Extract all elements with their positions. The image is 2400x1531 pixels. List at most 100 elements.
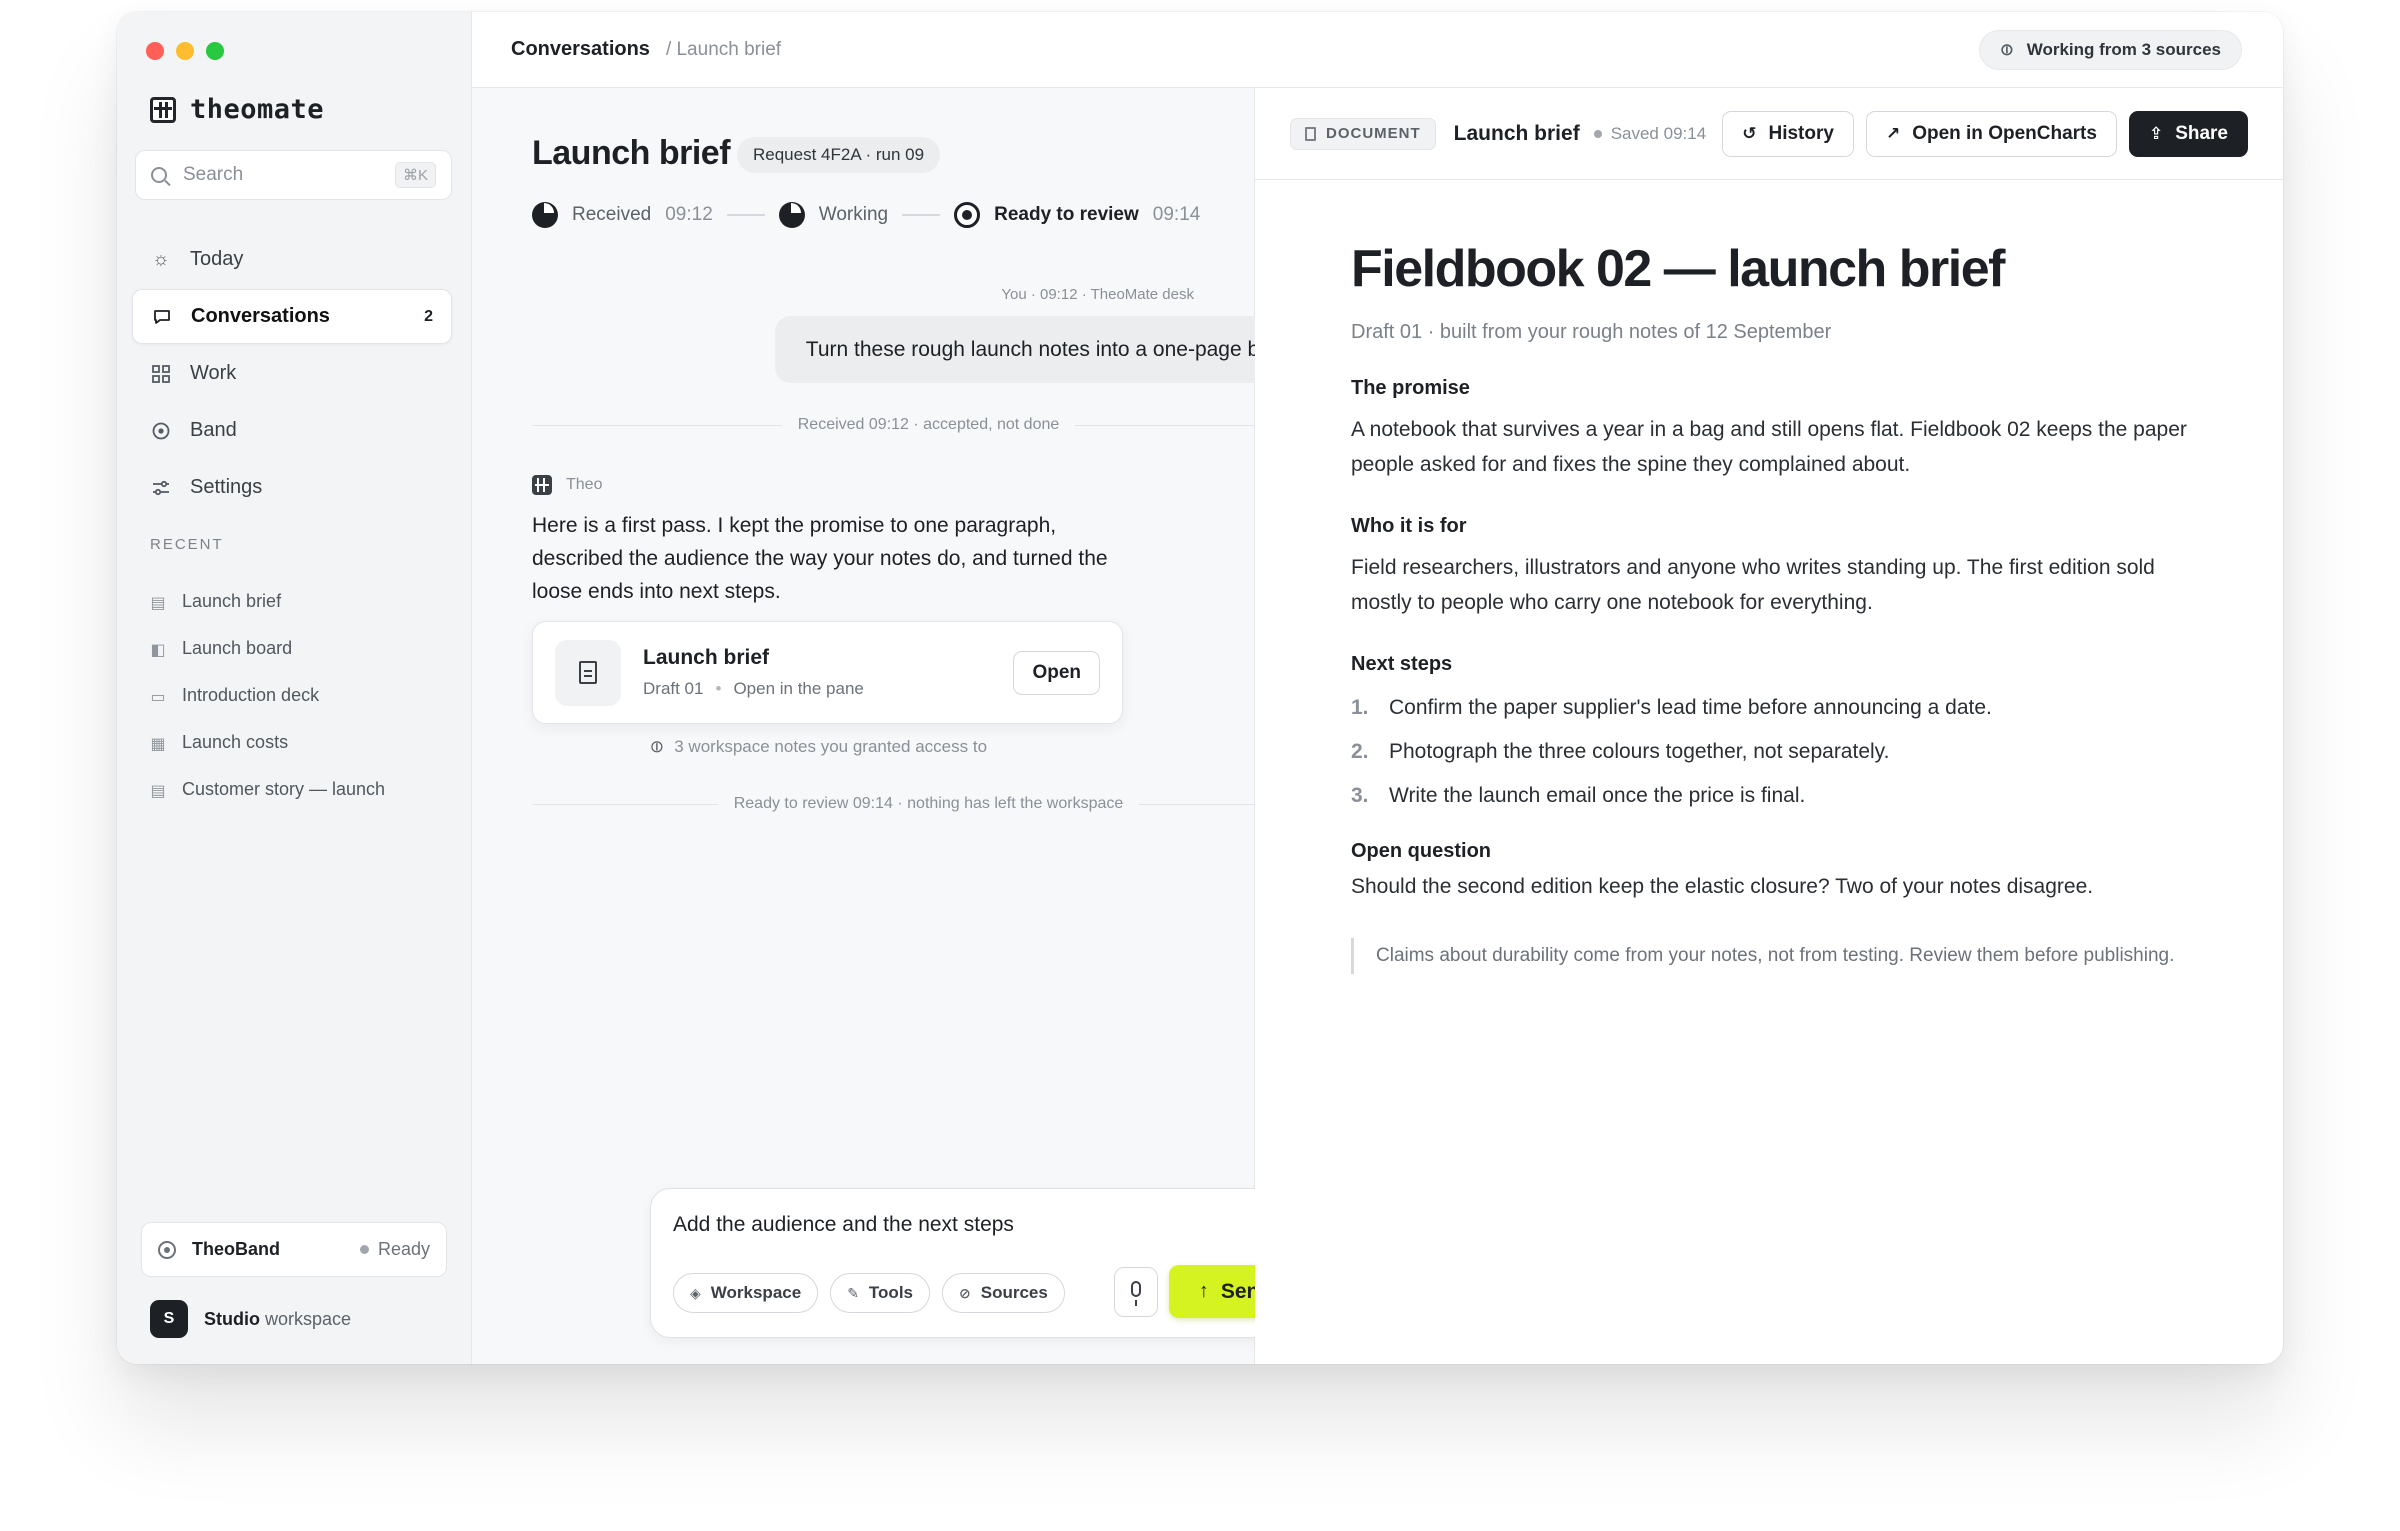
document-icon [1305, 126, 1316, 141]
composer-input[interactable]: Add the audience and the next steps [673, 1213, 1014, 1237]
step-ready: Ready to review 09:14 [954, 202, 1200, 228]
recent-item-label: Introduction deck [182, 685, 320, 705]
step-time: 09:12 [665, 204, 713, 225]
tools-chip[interactable]: ✎ Tools [830, 1273, 930, 1313]
search-icon [151, 167, 167, 183]
open-external-button[interactable]: ↗ Open in OpenCharts [1865, 110, 2117, 157]
ready-divider: Ready to review 09:14 · nothing has left… [532, 795, 1325, 813]
microphone-button[interactable] [1114, 1267, 1158, 1317]
sources-label: Working from 3 sources [2026, 39, 2221, 59]
ready-divider-label: Ready to review 09:14 · nothing has left… [733, 795, 1124, 812]
board-icon: ◧ [150, 641, 166, 659]
share-button[interactable]: ⇪ Share [2128, 110, 2248, 157]
status-dot-icon [1593, 129, 1602, 138]
external-link-icon: ↗ [1885, 123, 1901, 143]
user-message-meta: You · 09:12 · TheoMate desk [1001, 286, 1194, 303]
recent-item-introduction-deck[interactable]: ▭ Introduction deck [150, 672, 385, 719]
arrow-up-icon: ↑ [1198, 1280, 1209, 1302]
window-controls [146, 42, 224, 60]
sidebar-item-conversations[interactable]: Conversations 2 [132, 289, 452, 344]
section-heading-audience: Who it is for [1351, 515, 1467, 537]
separator-dot: • [715, 679, 722, 698]
target-icon [158, 1240, 176, 1259]
grid-icon [150, 363, 172, 385]
presentation-icon: ▭ [150, 688, 166, 706]
document-card-icon-box [555, 639, 621, 706]
step-done-icon [778, 202, 805, 228]
chip-label: Workspace [710, 1283, 802, 1302]
document-icon [579, 661, 597, 684]
sidebar-item-work[interactable]: Work [132, 346, 452, 401]
section-text-audience: Field researchers, illustrators and anyo… [1351, 556, 2155, 614]
list-item: 3. Write the launch email once the price … [1351, 774, 2201, 818]
document-body: Fieldbook 02 — launch brief Draft 01 · b… [1351, 243, 2201, 974]
layers-icon: ◈ [690, 1284, 701, 1301]
step-time: 09:14 [1152, 204, 1201, 225]
review-note: Claims about durability come from your n… [1351, 938, 2201, 974]
history-label: History [1768, 122, 1834, 144]
next-steps-list: 1. Confirm the paper supplier's lead time… [1351, 686, 2201, 818]
recent-item-customer-story[interactable]: ▤ Customer story — launch [150, 766, 385, 813]
close-window-button[interactable] [146, 42, 164, 60]
sources-pill[interactable]: ⊘ Working from 3 sources [1979, 29, 2242, 70]
minimize-window-button[interactable] [176, 42, 194, 60]
brand-name: theomate [190, 94, 325, 125]
breadcrumb-conversations[interactable]: Conversations [511, 38, 650, 61]
received-divider: Received 09:12 · accepted, not done [532, 416, 1325, 434]
assistant-name: Theo [566, 476, 603, 493]
workspace-label: Studio workspace [204, 1309, 351, 1330]
band-status-card[interactable]: TheoBand Ready [141, 1222, 447, 1277]
sources-chip[interactable]: ⊘ Sources [942, 1273, 1065, 1313]
chip-label: Tools [868, 1283, 913, 1302]
section-text-promise: A notebook that survives a year in a bag… [1351, 418, 2187, 476]
workspace-switcher[interactable]: S Studio workspace [150, 1300, 351, 1338]
sidebar-nav: ☼ Today Conversations 2 Work Band Settin… [132, 232, 452, 517]
open-document-button[interactable]: Open [1013, 650, 1100, 695]
band-status: Ready [359, 1239, 430, 1260]
recent-item-launch-board[interactable]: ◧ Launch board [150, 625, 385, 672]
access-note[interactable]: ⊘ 3 workspace notes you granted access t… [645, 735, 987, 759]
theo-logo-icon [532, 475, 552, 495]
search-shortcut: ⌘K [394, 162, 436, 188]
list-item-text: Confirm the paper supplier's lead time b… [1389, 696, 1992, 719]
chip-label: Sources [980, 1283, 1048, 1302]
workspace-suffix: workspace [265, 1308, 352, 1329]
brand: theomate [150, 94, 324, 125]
recent-item-launch-brief[interactable]: ▤ Launch brief [150, 578, 385, 625]
wrench-icon: ✎ [847, 1284, 859, 1301]
sidebar-item-today[interactable]: ☼ Today [132, 232, 452, 287]
message-composer[interactable]: Add the audience and the next steps ◈ Wo… [650, 1188, 1325, 1338]
breadcrumb-current: / Launch brief [665, 38, 782, 60]
sidebar-item-band[interactable]: Band [132, 403, 452, 458]
history-button[interactable]: ↺ History [1722, 110, 1854, 157]
section-text-question: Should the second edition keep the elast… [1351, 875, 2094, 898]
conversation-title: Launch brief [532, 134, 731, 172]
document-icon: ▤ [150, 594, 166, 612]
recent-heading: RECENT [150, 536, 224, 553]
workspace-chip[interactable]: ◈ Workspace [673, 1273, 819, 1313]
search-input[interactable]: Search ⌘K [135, 150, 452, 200]
step-label: Received [572, 204, 652, 225]
document-subtitle: Draft 01 · built from your rough notes o… [1351, 321, 1832, 343]
document-type-label: DOCUMENT [1326, 125, 1421, 142]
list-item-text: Write the launch email once the price is… [1389, 784, 1806, 807]
recent-item-label: Launch board [182, 638, 293, 658]
document-title: Launch brief [1453, 121, 1580, 145]
document-icon: ▤ [150, 782, 166, 800]
step-done-icon [532, 202, 558, 228]
sidebar-item-settings[interactable]: Settings [132, 460, 452, 515]
recent-item-launch-costs[interactable]: ▦ Launch costs [150, 719, 385, 766]
band-status-label: Ready [377, 1239, 430, 1259]
step-connector [726, 214, 765, 216]
assistant-label: Theo [532, 475, 602, 495]
document-toolbar: DOCUMENT Launch brief Saved 09:14 ↺ Hist… [1255, 88, 2283, 180]
zoom-window-button[interactable] [206, 42, 224, 60]
step-connector [902, 214, 941, 216]
run-progress: Received 09:12 Working Ready to review 0… [532, 202, 1325, 228]
document-card-draft: Draft 01 [643, 679, 704, 698]
document-card[interactable]: Launch brief Draft 01 • Open in the pane… [532, 621, 1123, 724]
step-received: Received 09:12 [532, 202, 713, 228]
brand-logo-icon [150, 96, 176, 123]
step-working: Working [778, 202, 888, 228]
document-actions: ↺ History ↗ Open in OpenCharts ⇪ Share [1722, 110, 2248, 157]
